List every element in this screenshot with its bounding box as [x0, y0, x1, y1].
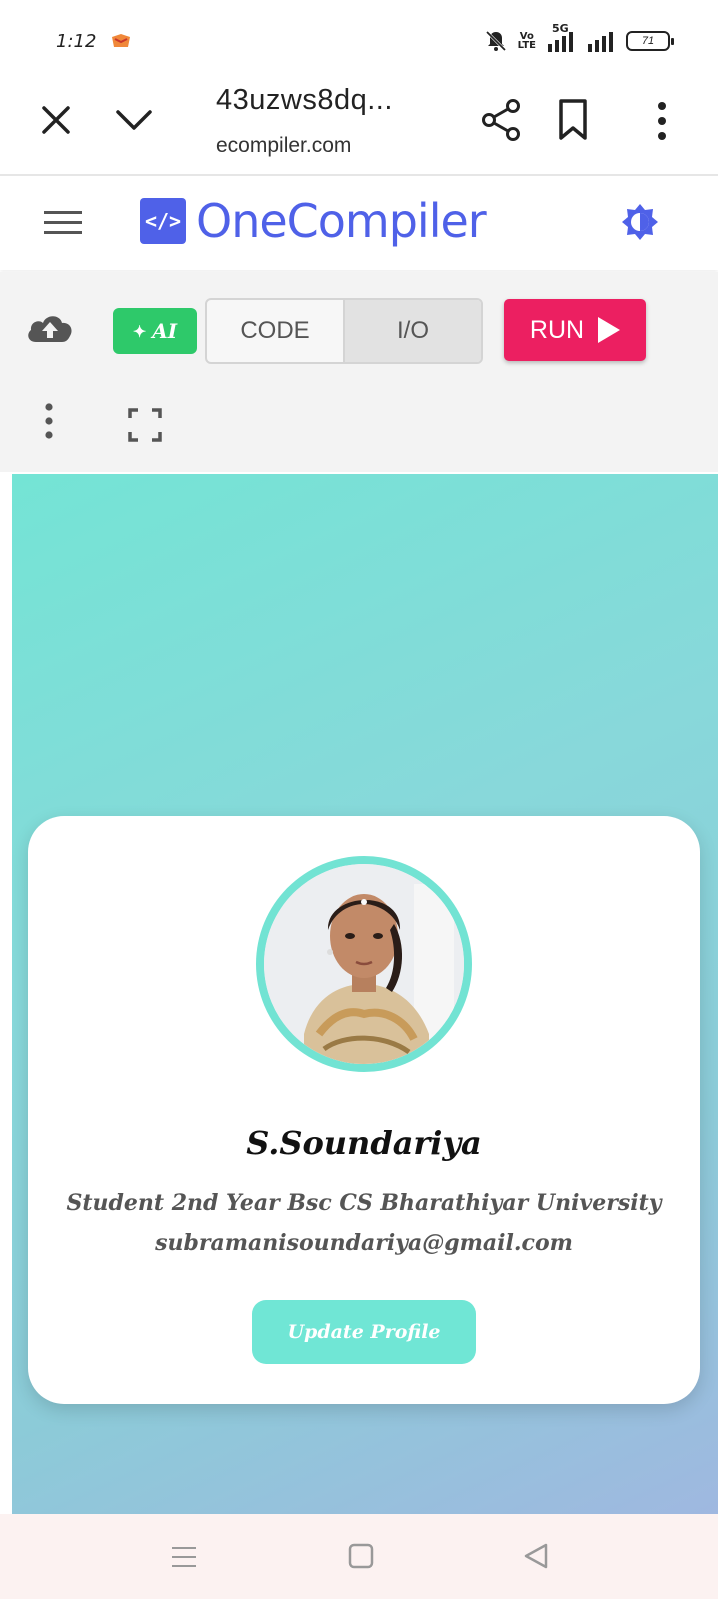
browser-toolbar: 43uzws8dq... ecompiler.com — [0, 78, 718, 176]
code-brackets-icon: </> — [140, 198, 186, 244]
avatar — [264, 864, 464, 1064]
status-time: 1:12 — [56, 31, 97, 52]
view-toggle: CODE I/O — [205, 298, 483, 364]
close-icon[interactable] — [38, 102, 74, 138]
theme-toggle-icon[interactable] — [620, 202, 660, 242]
battery-level: 71 — [641, 35, 655, 47]
brand-name: OneCompiler — [196, 194, 487, 248]
status-bar: 1:12 Vo LTE 5G 71 — [0, 0, 718, 78]
ai-label: AI — [152, 319, 178, 343]
page-domain[interactable]: ecompiler.com — [216, 134, 351, 158]
recent-apps-icon[interactable] — [170, 1544, 198, 1570]
hamburger-menu-icon[interactable] — [44, 208, 84, 238]
back-icon[interactable] — [522, 1542, 550, 1570]
tab-io[interactable]: I/O — [343, 300, 481, 362]
status-icons: Vo LTE 5G 71 — [484, 22, 674, 56]
home-icon[interactable] — [348, 1542, 374, 1570]
brand[interactable]: </> OneCompiler — [140, 194, 487, 248]
volte-indicator: Vo LTE — [517, 32, 536, 51]
page-title[interactable]: 43uzws8dq... — [216, 84, 393, 117]
battery-icon: 71 — [626, 31, 674, 51]
play-icon — [598, 317, 621, 343]
more-options-icon[interactable] — [40, 402, 58, 440]
network-type: 5G — [552, 22, 569, 35]
avatar-ring — [256, 856, 472, 1072]
update-profile-button[interactable]: Update Profile — [252, 1300, 476, 1364]
app-header: </> OneCompiler — [0, 178, 718, 270]
fullscreen-icon[interactable] — [128, 408, 162, 442]
run-label: RUN — [529, 315, 585, 344]
cloud-upload-icon[interactable] — [24, 308, 76, 348]
signal-5g-icon: 5G — [546, 22, 576, 52]
system-nav-bar — [0, 1514, 718, 1599]
profile-photo — [264, 864, 464, 1064]
bell-muted-icon — [485, 30, 506, 52]
editor-toolbar: ✦ AI CODE I/O RUN — [0, 272, 718, 472]
volte-bottom: LTE — [517, 40, 536, 51]
bookmark-icon[interactable] — [556, 98, 590, 142]
profile-role: Student 2nd Year Bsc CS Bharathiyar Univ… — [66, 1190, 662, 1216]
sparkle-icon: ✦ — [132, 321, 147, 341]
tab-code[interactable]: CODE — [207, 300, 343, 362]
signal-icon — [588, 32, 613, 52]
ai-button[interactable]: ✦ AI — [113, 308, 197, 354]
profile-email: subramanisoundariya@gmail.com — [155, 1230, 573, 1256]
more-vertical-icon[interactable] — [648, 100, 676, 142]
run-button[interactable]: RUN — [504, 299, 646, 361]
app-notification-icon — [112, 34, 130, 47]
profile-name: S.Soundariya — [246, 1124, 482, 1162]
share-icon[interactable] — [480, 98, 522, 142]
chevron-down-icon[interactable] — [114, 102, 154, 138]
profile-card: S.Soundariya Student 2nd Year Bsc CS Bha… — [28, 816, 700, 1404]
output-preview: S.Soundariya Student 2nd Year Bsc CS Bha… — [12, 474, 718, 1514]
